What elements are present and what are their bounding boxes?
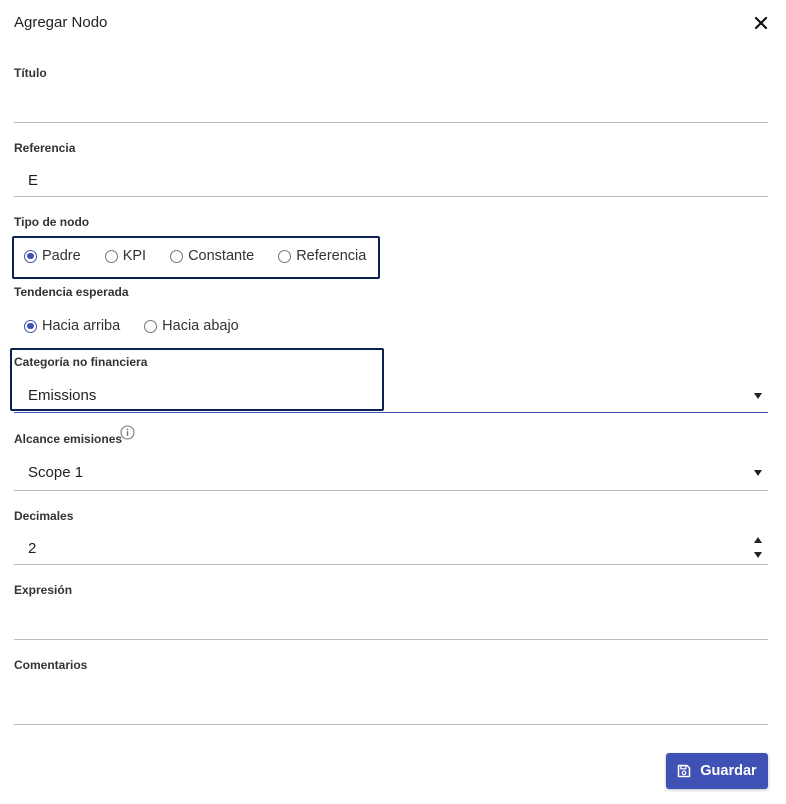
titulo-label: Título	[14, 66, 47, 80]
save-icon	[678, 764, 691, 778]
tendencia-label: Tendencia esperada	[14, 285, 129, 299]
referencia-label: Referencia	[14, 141, 76, 155]
stepper-down-icon[interactable]	[754, 552, 762, 558]
radio-referencia[interactable]: Referencia	[278, 248, 366, 264]
tendencia-radio-group: Hacia arriba Hacia abajo	[24, 318, 239, 334]
decimales-input[interactable]: 2	[14, 528, 768, 565]
radio-constante-circle	[170, 249, 184, 263]
expresion-label: Expresión	[14, 583, 73, 597]
radio-padre-circle	[24, 249, 37, 263]
categoria-label: Categoría no financiera	[14, 355, 148, 369]
radio-hacia-arriba[interactable]: Hacia arriba	[24, 318, 120, 334]
chevron-down-icon	[754, 470, 762, 476]
dialog-title: Agregar Nodo	[14, 14, 108, 31]
radio-kpi-circle	[104, 249, 118, 263]
radio-padre-label: Padre	[42, 248, 81, 264]
radio-referencia-circle	[278, 249, 292, 263]
tipo-nodo-label: Tipo de nodo	[14, 215, 90, 229]
comentarios-textarea[interactable]	[14, 678, 768, 725]
save-button-label: Guardar	[700, 763, 757, 779]
comentarios-label: Comentarios	[14, 658, 88, 672]
expresion-input[interactable]	[14, 603, 768, 640]
decimales-value: 2	[28, 540, 37, 557]
alcance-select[interactable]: Scope 1	[14, 453, 768, 491]
decimales-label: Decimales	[14, 509, 74, 523]
radio-hacia-abajo-circle	[144, 319, 158, 333]
close-icon[interactable]	[752, 14, 770, 32]
radio-kpi[interactable]: KPI	[104, 248, 147, 264]
radio-constante[interactable]: Constante	[170, 248, 254, 264]
stepper-up-icon[interactable]	[754, 537, 762, 543]
radio-hacia-abajo[interactable]: Hacia abajo	[144, 318, 239, 334]
radio-kpi-label: KPI	[122, 248, 147, 264]
referencia-value: E	[28, 172, 39, 189]
radio-constante-label: Constante	[188, 248, 255, 264]
radio-padre[interactable]: Padre	[24, 248, 81, 264]
alcance-value: Scope 1	[28, 464, 84, 481]
radio-hacia-arriba-circle	[24, 319, 37, 333]
categoria-select[interactable]: Emissions	[14, 376, 768, 413]
categoria-value: Emissions	[28, 387, 97, 404]
titulo-input[interactable]	[14, 86, 768, 123]
radio-hacia-abajo-label: Hacia abajo	[162, 318, 239, 334]
info-icon[interactable]	[120, 425, 135, 440]
chevron-down-icon	[754, 393, 762, 399]
alcance-label: Alcance emisiones	[14, 432, 123, 446]
tipo-nodo-radio-group: Padre KPI Constante Referencia	[24, 248, 366, 264]
radio-hacia-arriba-label: Hacia arriba	[42, 318, 121, 334]
referencia-input[interactable]: E	[14, 160, 768, 197]
save-button[interactable]: Guardar	[666, 753, 768, 789]
radio-referencia-label: Referencia	[296, 248, 367, 264]
